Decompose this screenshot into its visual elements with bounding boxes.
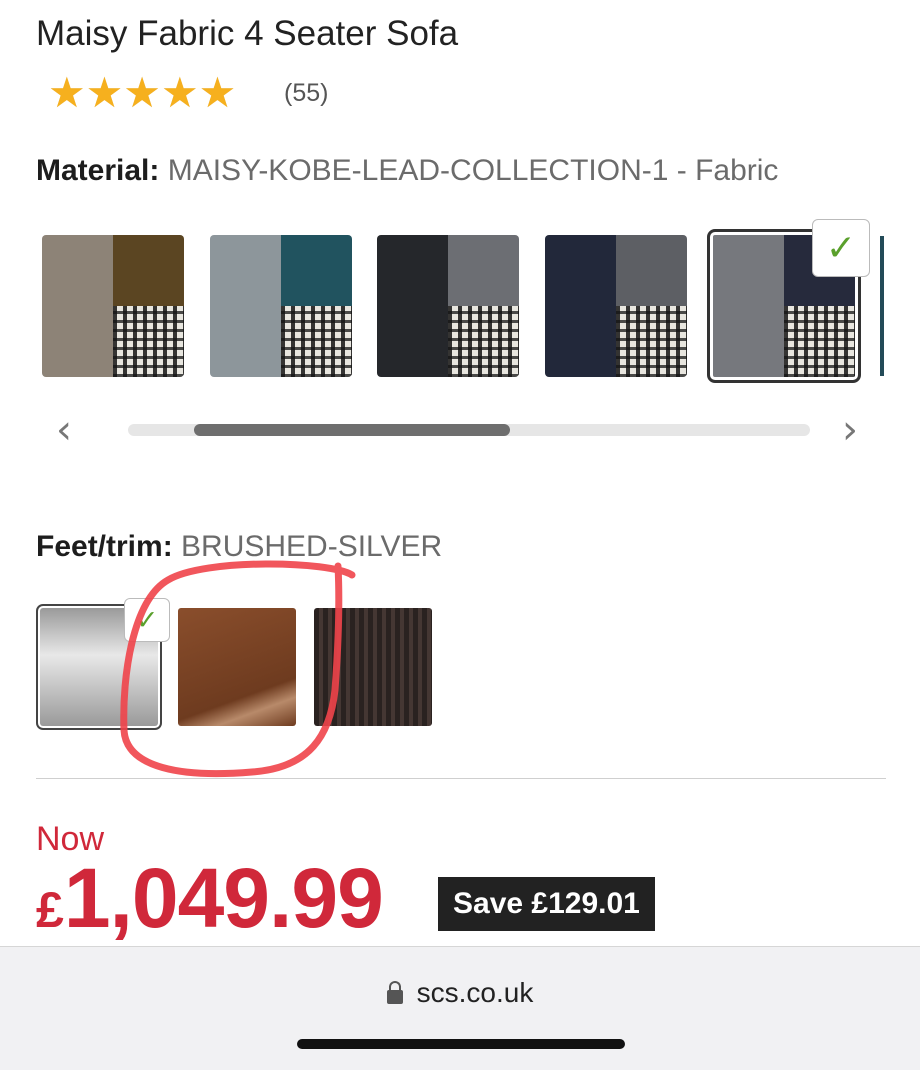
price-amount: 1,049.99 bbox=[63, 851, 384, 945]
browser-address-bar[interactable]: scs.co.uk bbox=[0, 946, 920, 1070]
swatch-fabric-pattern bbox=[113, 306, 184, 377]
url-display[interactable]: scs.co.uk bbox=[0, 977, 920, 1009]
swatch-fabric-main bbox=[713, 235, 784, 377]
swatch-fabric-main bbox=[210, 235, 281, 377]
trim-key: Feet/trim: bbox=[36, 530, 173, 563]
scrollbar-thumb[interactable] bbox=[193, 424, 510, 436]
home-indicator[interactable] bbox=[297, 1039, 625, 1049]
star-rating: ★★★★★ ★★★★★ bbox=[48, 72, 258, 114]
url-text: scs.co.uk bbox=[416, 977, 534, 1008]
swatch-fabric-accent bbox=[281, 235, 352, 306]
swatch-scrollbar[interactable] bbox=[128, 424, 810, 436]
trim-value: BRUSHED-SILVER bbox=[181, 530, 443, 563]
swatch-fabric-pattern bbox=[281, 306, 352, 377]
section-divider bbox=[36, 778, 886, 779]
swatch-fabric-accent bbox=[616, 235, 687, 306]
swatch-fabric-main bbox=[377, 235, 448, 377]
swatch-fabric-accent bbox=[448, 235, 519, 306]
save-badge: Save £129.01 bbox=[438, 877, 655, 931]
material-swatch-3[interactable] bbox=[377, 235, 519, 377]
swatch-fabric-pattern bbox=[616, 306, 687, 377]
rating[interactable]: ★★★★★ ★★★★★ (55) bbox=[48, 72, 328, 114]
material-value: MAISY-KOBE-LEAD-COLLECTION-1 - Fabric bbox=[167, 154, 779, 187]
trim-label: Feet/trim: BRUSHED-SILVER bbox=[36, 530, 442, 564]
star-rating-filled: ★★★★★ bbox=[48, 72, 237, 114]
material-swatch-1[interactable] bbox=[42, 235, 184, 377]
material-key: Material: bbox=[36, 154, 160, 187]
trim-selected-check-icon: ✓ bbox=[124, 598, 170, 642]
lock-icon bbox=[386, 981, 403, 1004]
chevron-right-icon[interactable]: › bbox=[842, 410, 858, 450]
material-swatch-partial[interactable] bbox=[880, 236, 884, 376]
swatch-fabric-pattern bbox=[784, 306, 855, 377]
material-swatch-2[interactable] bbox=[210, 235, 352, 377]
material-selected-check-icon: ✓ bbox=[812, 219, 870, 277]
swatch-fabric-main bbox=[545, 235, 616, 377]
product-title: Maisy Fabric 4 Seater Sofa bbox=[36, 14, 459, 53]
material-swatch-4[interactable] bbox=[545, 235, 687, 377]
price: £1,049.99 bbox=[36, 850, 384, 947]
swatch-fabric-main bbox=[42, 235, 113, 377]
price-currency: £ bbox=[36, 882, 64, 938]
trim-swatch-dark-wood[interactable] bbox=[314, 608, 432, 726]
review-count[interactable]: (55) bbox=[284, 79, 328, 108]
swatch-fabric-accent bbox=[113, 235, 184, 306]
trim-swatch-walnut[interactable] bbox=[178, 608, 296, 726]
chevron-left-icon[interactable]: ‹ bbox=[56, 410, 72, 450]
material-label: Material: MAISY-KOBE-LEAD-COLLECTION-1 -… bbox=[36, 154, 778, 188]
swatch-fabric-pattern bbox=[448, 306, 519, 377]
